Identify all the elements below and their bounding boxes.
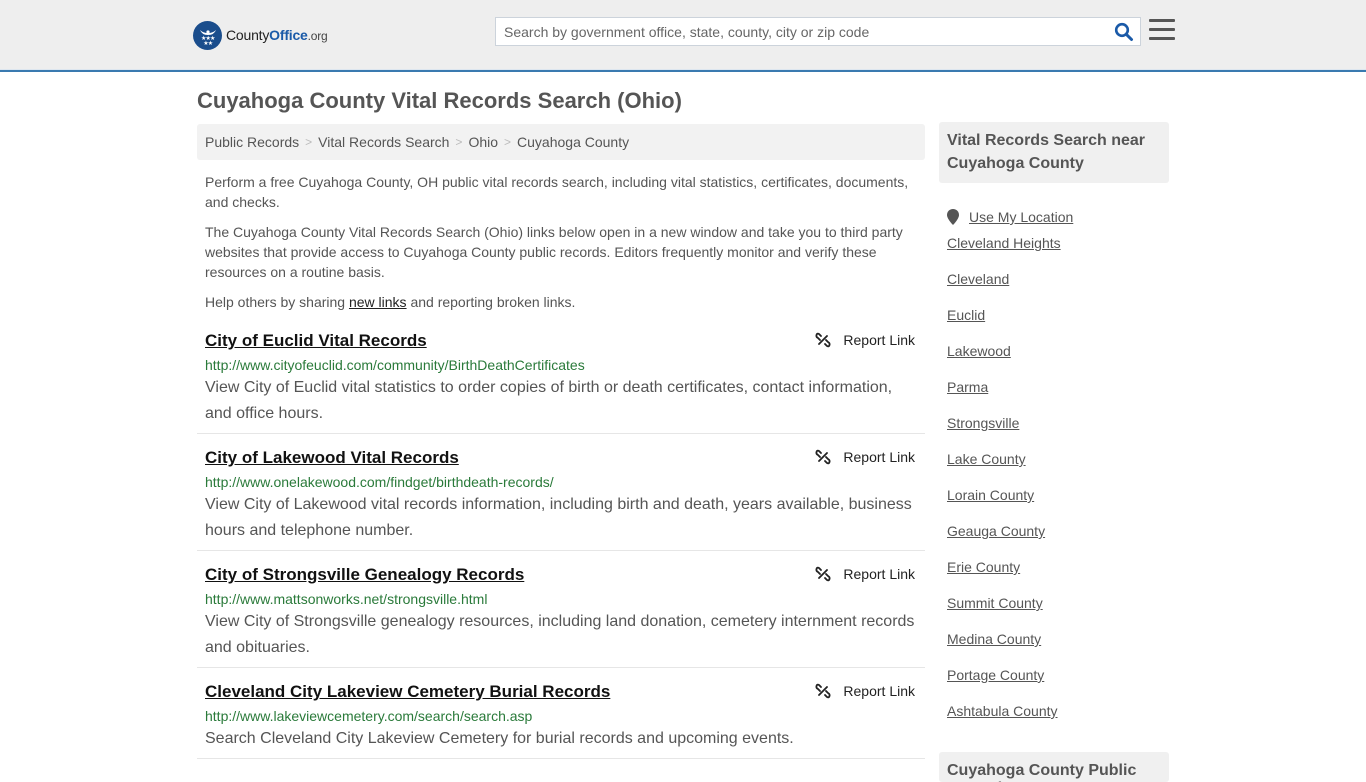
result-description: View City of Lakewood vital records info…: [205, 496, 912, 539]
hamburger-menu-icon[interactable]: [1149, 19, 1175, 43]
breadcrumb-vital-records-search[interactable]: Vital Records Search: [318, 134, 449, 150]
report-link-button[interactable]: Report Link: [815, 332, 915, 348]
result-description: View City of Euclid vital statistics to …: [205, 379, 893, 422]
sidebar-link[interactable]: Geauga County: [947, 523, 1045, 539]
sidebar-heading: Vital Records Search near Cuyahoga Count…: [939, 122, 1169, 183]
sidebar-item-lorain-county: Lorain County: [947, 487, 1169, 523]
new-links-link[interactable]: new links: [349, 294, 407, 310]
map-pin-icon: [947, 209, 959, 225]
sidebar-item-medina-county: Medina County: [947, 631, 1169, 667]
result-item: City of Lakewood Vital Records Report Li…: [197, 444, 925, 551]
result-url: http://www.mattsonworks.net/strongsville…: [205, 591, 488, 607]
page-title: Cuyahoga County Vital Records Search (Oh…: [197, 88, 682, 113]
breadcrumb-separator: >: [504, 135, 512, 149]
sidebar-link[interactable]: Euclid: [947, 307, 985, 323]
sidebar-link[interactable]: Portage County: [947, 667, 1044, 683]
sidebar-item-portage-county: Portage County: [947, 667, 1169, 703]
result-title-link[interactable]: Cleveland City Lakeview Cemetery Burial …: [205, 682, 610, 702]
broken-link-icon: [815, 683, 831, 699]
sidebar-link[interactable]: Ashtabula County: [947, 703, 1058, 719]
result-title-link[interactable]: City of Euclid Vital Records: [205, 331, 427, 351]
sidebar-item-erie-county: Erie County: [947, 559, 1169, 595]
sidebar-item-lake-county: Lake County: [947, 451, 1169, 487]
breadcrumb-public-records[interactable]: Public Records: [205, 134, 299, 150]
broken-link-icon: [815, 332, 831, 348]
report-link-button[interactable]: Report Link: [815, 566, 915, 582]
result-item: Cleveland City Lakeview Cemetery Burial …: [197, 678, 925, 759]
site-logo[interactable]: ★ ★ ★ ★ ★ CountyOffice.org: [193, 20, 328, 50]
result-description: View City of Strongsville genealogy reso…: [205, 613, 915, 656]
sidebar-link[interactable]: Summit County: [947, 595, 1043, 611]
search-box: [495, 17, 1141, 46]
broken-link-icon: [815, 449, 831, 465]
sidebar-links: Use My Location Cleveland Heights Clevel…: [939, 199, 1169, 739]
intro-paragraph-3: Help others by sharing new links and rep…: [205, 292, 917, 312]
use-my-location-link[interactable]: Use My Location: [969, 209, 1073, 225]
sidebar-item-cleveland: Cleveland: [947, 271, 1169, 307]
result-description: Search Cleveland City Lakeview Cemetery …: [205, 730, 794, 747]
intro-text: and reporting broken links.: [406, 294, 576, 310]
breadcrumb-cuyahoga-county[interactable]: Cuyahoga County: [517, 134, 629, 150]
results-list: City of Euclid Vital Records Report Link…: [197, 327, 925, 769]
broken-link-icon: [815, 566, 831, 582]
result-item: City of Strongsville Genealogy Records R…: [197, 561, 925, 668]
sidebar-item-parma: Parma: [947, 379, 1169, 415]
report-link-label: Report Link: [843, 683, 915, 699]
sidebar-item-geauga-county: Geauga County: [947, 523, 1169, 559]
sidebar-item-summit-county: Summit County: [947, 595, 1169, 631]
logo-text: CountyOffice.org: [226, 27, 328, 43]
intro-text: Help others by sharing: [205, 294, 349, 310]
breadcrumb-separator: >: [455, 135, 463, 149]
result-url: http://www.onelakewood.com/findget/birth…: [205, 474, 554, 490]
eagle-stars-badge-icon: ★ ★ ★ ★ ★: [193, 20, 222, 50]
sidebar-item-lakewood: Lakewood: [947, 343, 1169, 379]
sidebar: Vital Records Search near Cuyahoga Count…: [939, 122, 1169, 739]
result-title-link[interactable]: City of Strongsville Genealogy Records: [205, 565, 524, 585]
svg-text:★: ★: [207, 40, 212, 46]
sidebar-link[interactable]: Lake County: [947, 451, 1026, 467]
breadcrumb-ohio[interactable]: Ohio: [468, 134, 498, 150]
sidebar-link[interactable]: Parma: [947, 379, 988, 395]
breadcrumb: Public Records > Vital Records Search > …: [197, 124, 925, 160]
intro-section: Perform a free Cuyahoga County, OH publi…: [205, 172, 917, 322]
report-link-label: Report Link: [843, 449, 915, 465]
intro-paragraph-1: Perform a free Cuyahoga County, OH publi…: [205, 174, 909, 210]
sidebar-item-strongsville: Strongsville: [947, 415, 1169, 451]
result-title-link[interactable]: City of Lakewood Vital Records: [205, 448, 459, 468]
sidebar-item-cleveland-heights: Cleveland Heights: [947, 235, 1169, 271]
report-link-button[interactable]: Report Link: [815, 449, 915, 465]
breadcrumb-separator: >: [305, 135, 313, 149]
sidebar-link[interactable]: Cleveland: [947, 271, 1009, 287]
sidebar-link[interactable]: Medina County: [947, 631, 1041, 647]
sidebar-link[interactable]: Erie County: [947, 559, 1020, 575]
report-link-label: Report Link: [843, 566, 915, 582]
sidebar-link[interactable]: Strongsville: [947, 415, 1019, 431]
sidebar-item-euclid: Euclid: [947, 307, 1169, 343]
search-input[interactable]: [496, 18, 1108, 45]
sidebar-link[interactable]: Lorain County: [947, 487, 1034, 503]
intro-paragraph-2: The Cuyahoga County Vital Records Search…: [205, 224, 903, 280]
sidebar-link[interactable]: Lakewood: [947, 343, 1011, 359]
sidebar-heading-2: Cuyahoga County Public Records: [939, 752, 1169, 782]
report-link-label: Report Link: [843, 332, 915, 348]
result-url: http://www.lakeviewcemetery.com/search/s…: [205, 708, 533, 724]
sidebar-link[interactable]: Cleveland Heights: [947, 235, 1061, 251]
site-header: ★ ★ ★ ★ ★ CountyOffice.org: [0, 0, 1366, 72]
search-icon: [1114, 22, 1133, 41]
result-item: City of Euclid Vital Records Report Link…: [197, 327, 925, 434]
search-button[interactable]: [1108, 18, 1140, 45]
sidebar-item-ashtabula-county: Ashtabula County: [947, 703, 1169, 739]
result-url: http://www.cityofeuclid.com/community/Bi…: [205, 357, 585, 373]
use-my-location-item: Use My Location: [947, 199, 1169, 235]
report-link-button[interactable]: Report Link: [815, 683, 915, 699]
